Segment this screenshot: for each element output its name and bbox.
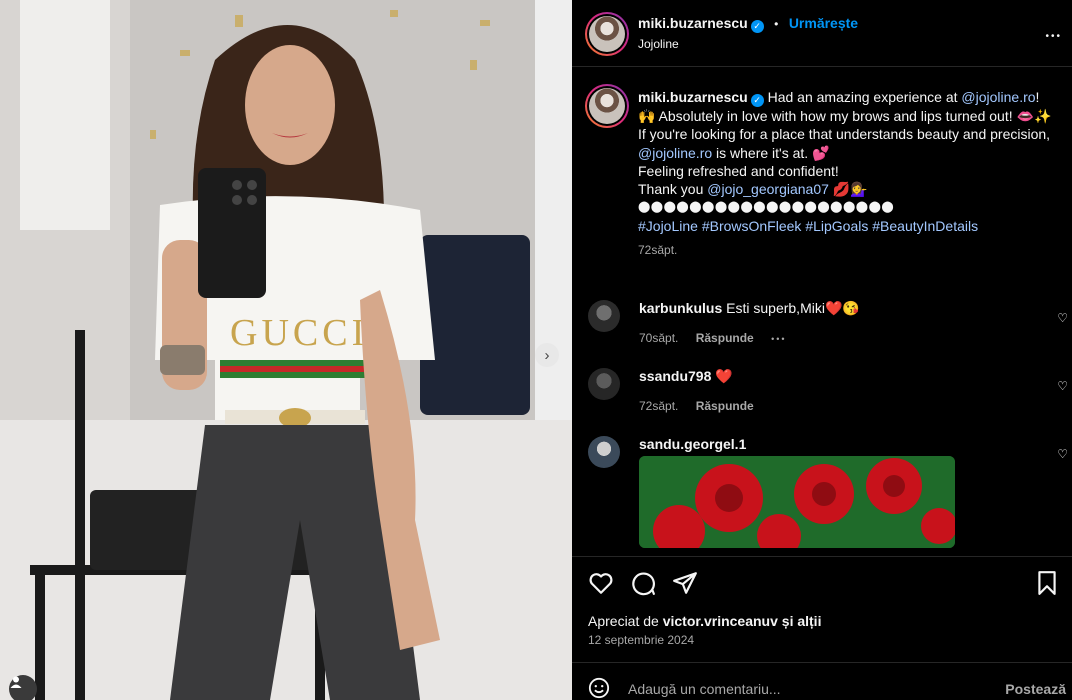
verified-badge-icon: ✓ <box>750 94 764 107</box>
comment-item: ssandu798 ❤️ 72săpt. Răspunde ♡ <box>588 368 1072 418</box>
user-icon <box>10 676 22 688</box>
like-comment-heart-icon[interactable]: ♡ <box>1057 379 1068 393</box>
reply-button[interactable]: Răspunde <box>696 331 754 345</box>
actions-divider <box>572 556 1072 557</box>
likes-summary: Apreciat de victor.vrinceanuv și alții <box>588 613 821 629</box>
comment-input[interactable]: Adaugă un comentariu... <box>628 681 781 697</box>
next-photo-button[interactable]: › <box>535 343 559 367</box>
caption-text: Had an amazing experience at <box>767 89 958 105</box>
hashtag-link[interactable]: #BrowsOnFleek <box>702 218 802 234</box>
more-options-button[interactable]: ••• <box>1045 22 1062 45</box>
post-caption: miki.buzarnescu ✓ Had an amazing experien… <box>638 88 1058 259</box>
author-username[interactable]: miki.buzarnescu <box>638 15 748 31</box>
comment-text: ❤️ <box>715 368 733 384</box>
like-comment-heart-icon[interactable]: ♡ <box>1057 311 1068 325</box>
more-options-icon: ••• <box>1045 31 1062 42</box>
hashtag-link[interactable]: #BeautyInDetails <box>872 218 978 234</box>
save-bookmark-icon[interactable] <box>1034 570 1060 596</box>
reply-button[interactable]: Răspunde <box>696 399 754 413</box>
post-location[interactable]: Jojoline <box>638 37 679 51</box>
comment-more-button[interactable]: ••• <box>771 334 786 344</box>
post-date[interactable]: 12 septembrie 2024 <box>588 633 694 647</box>
likes-others-link[interactable]: și alții <box>782 613 822 629</box>
caption-text: Thank you <box>638 181 704 198</box>
mention-link[interactable]: @jojoline.ro <box>638 145 712 161</box>
post-side-panel: miki.buzarnescu ✓ • Urmărește Jojoline ••… <box>572 0 1072 700</box>
post-header: miki.buzarnescu ✓ • Urmărește Jojoline ••… <box>572 0 1072 66</box>
tagged-people-button[interactable] <box>9 675 37 700</box>
comment-username[interactable]: sandu.georgel.1 <box>639 436 746 452</box>
like-comment-heart-icon[interactable]: ♡ <box>1057 447 1068 461</box>
comment-time[interactable]: 72săpt. <box>639 399 678 413</box>
author-avatar[interactable] <box>585 12 629 56</box>
comment-gif-roses[interactable] <box>639 456 955 548</box>
comment-username[interactable]: karbunkulus <box>639 300 722 316</box>
comment-time[interactable]: 70săpt. <box>639 331 678 345</box>
comment-text: Esti superb,Miki❤️😘 <box>726 300 860 316</box>
separator-dot: • <box>774 17 779 31</box>
caption-time[interactable]: 72săpt. <box>638 241 1058 259</box>
caption-text: If you're looking for a place that under… <box>638 126 1051 143</box>
caption-avatar[interactable] <box>585 84 629 128</box>
caption-text: Feeling refreshed and confident! <box>638 162 839 179</box>
comment-icon[interactable] <box>630 570 656 596</box>
verified-badge-icon: ✓ <box>750 20 764 33</box>
comment-avatar[interactable] <box>588 300 620 332</box>
comment-avatar[interactable] <box>588 368 620 400</box>
add-comment-bar: Adaugă un comentariu... Postează <box>572 672 1072 700</box>
caption-text: is where it's at. 💕 <box>716 144 830 161</box>
caption-dots: ⬤⬤⬤⬤⬤⬤⬤⬤⬤⬤⬤⬤⬤⬤⬤⬤⬤⬤⬤⬤ <box>638 201 895 214</box>
mention-link[interactable]: @jojoline.ro <box>961 89 1035 105</box>
chevron-right-icon: › <box>544 346 550 364</box>
hashtag-link[interactable]: #LipGoals <box>805 218 868 234</box>
likes-prefix: Apreciat de <box>588 613 659 629</box>
comment-username[interactable]: ssandu798 <box>639 368 711 384</box>
mention-link[interactable]: @jojo_georgiana07 <box>707 181 829 197</box>
header-divider <box>572 66 1072 67</box>
emoji-icon[interactable] <box>588 677 610 699</box>
hashtag-link[interactable]: #JojoLine <box>638 218 698 234</box>
post-actions <box>588 570 1058 596</box>
share-icon[interactable] <box>672 570 698 596</box>
follow-button[interactable]: Urmărește <box>789 15 858 31</box>
caption-text: 💋💁‍♀️ <box>832 181 868 198</box>
roses-image <box>639 456 955 548</box>
comment-box-divider <box>572 662 1072 663</box>
comment-item: sandu.georgel.1 ♡ <box>588 436 1072 556</box>
comment-avatar[interactable] <box>588 436 620 468</box>
like-heart-icon[interactable] <box>588 570 614 596</box>
photo-image: GUCCI <box>0 0 572 700</box>
comment-item: karbunkulus Esti superb,Miki❤️😘 70săpt. … <box>588 300 1072 350</box>
caption-username[interactable]: miki.buzarnescu <box>638 89 748 105</box>
post-comment-button[interactable]: Postează <box>1005 681 1066 697</box>
svg-text:GUCCI: GUCCI <box>230 312 368 354</box>
likes-user-link[interactable]: victor.vrinceanuv <box>663 613 778 629</box>
post-photo[interactable]: GUCCI › <box>0 0 572 700</box>
